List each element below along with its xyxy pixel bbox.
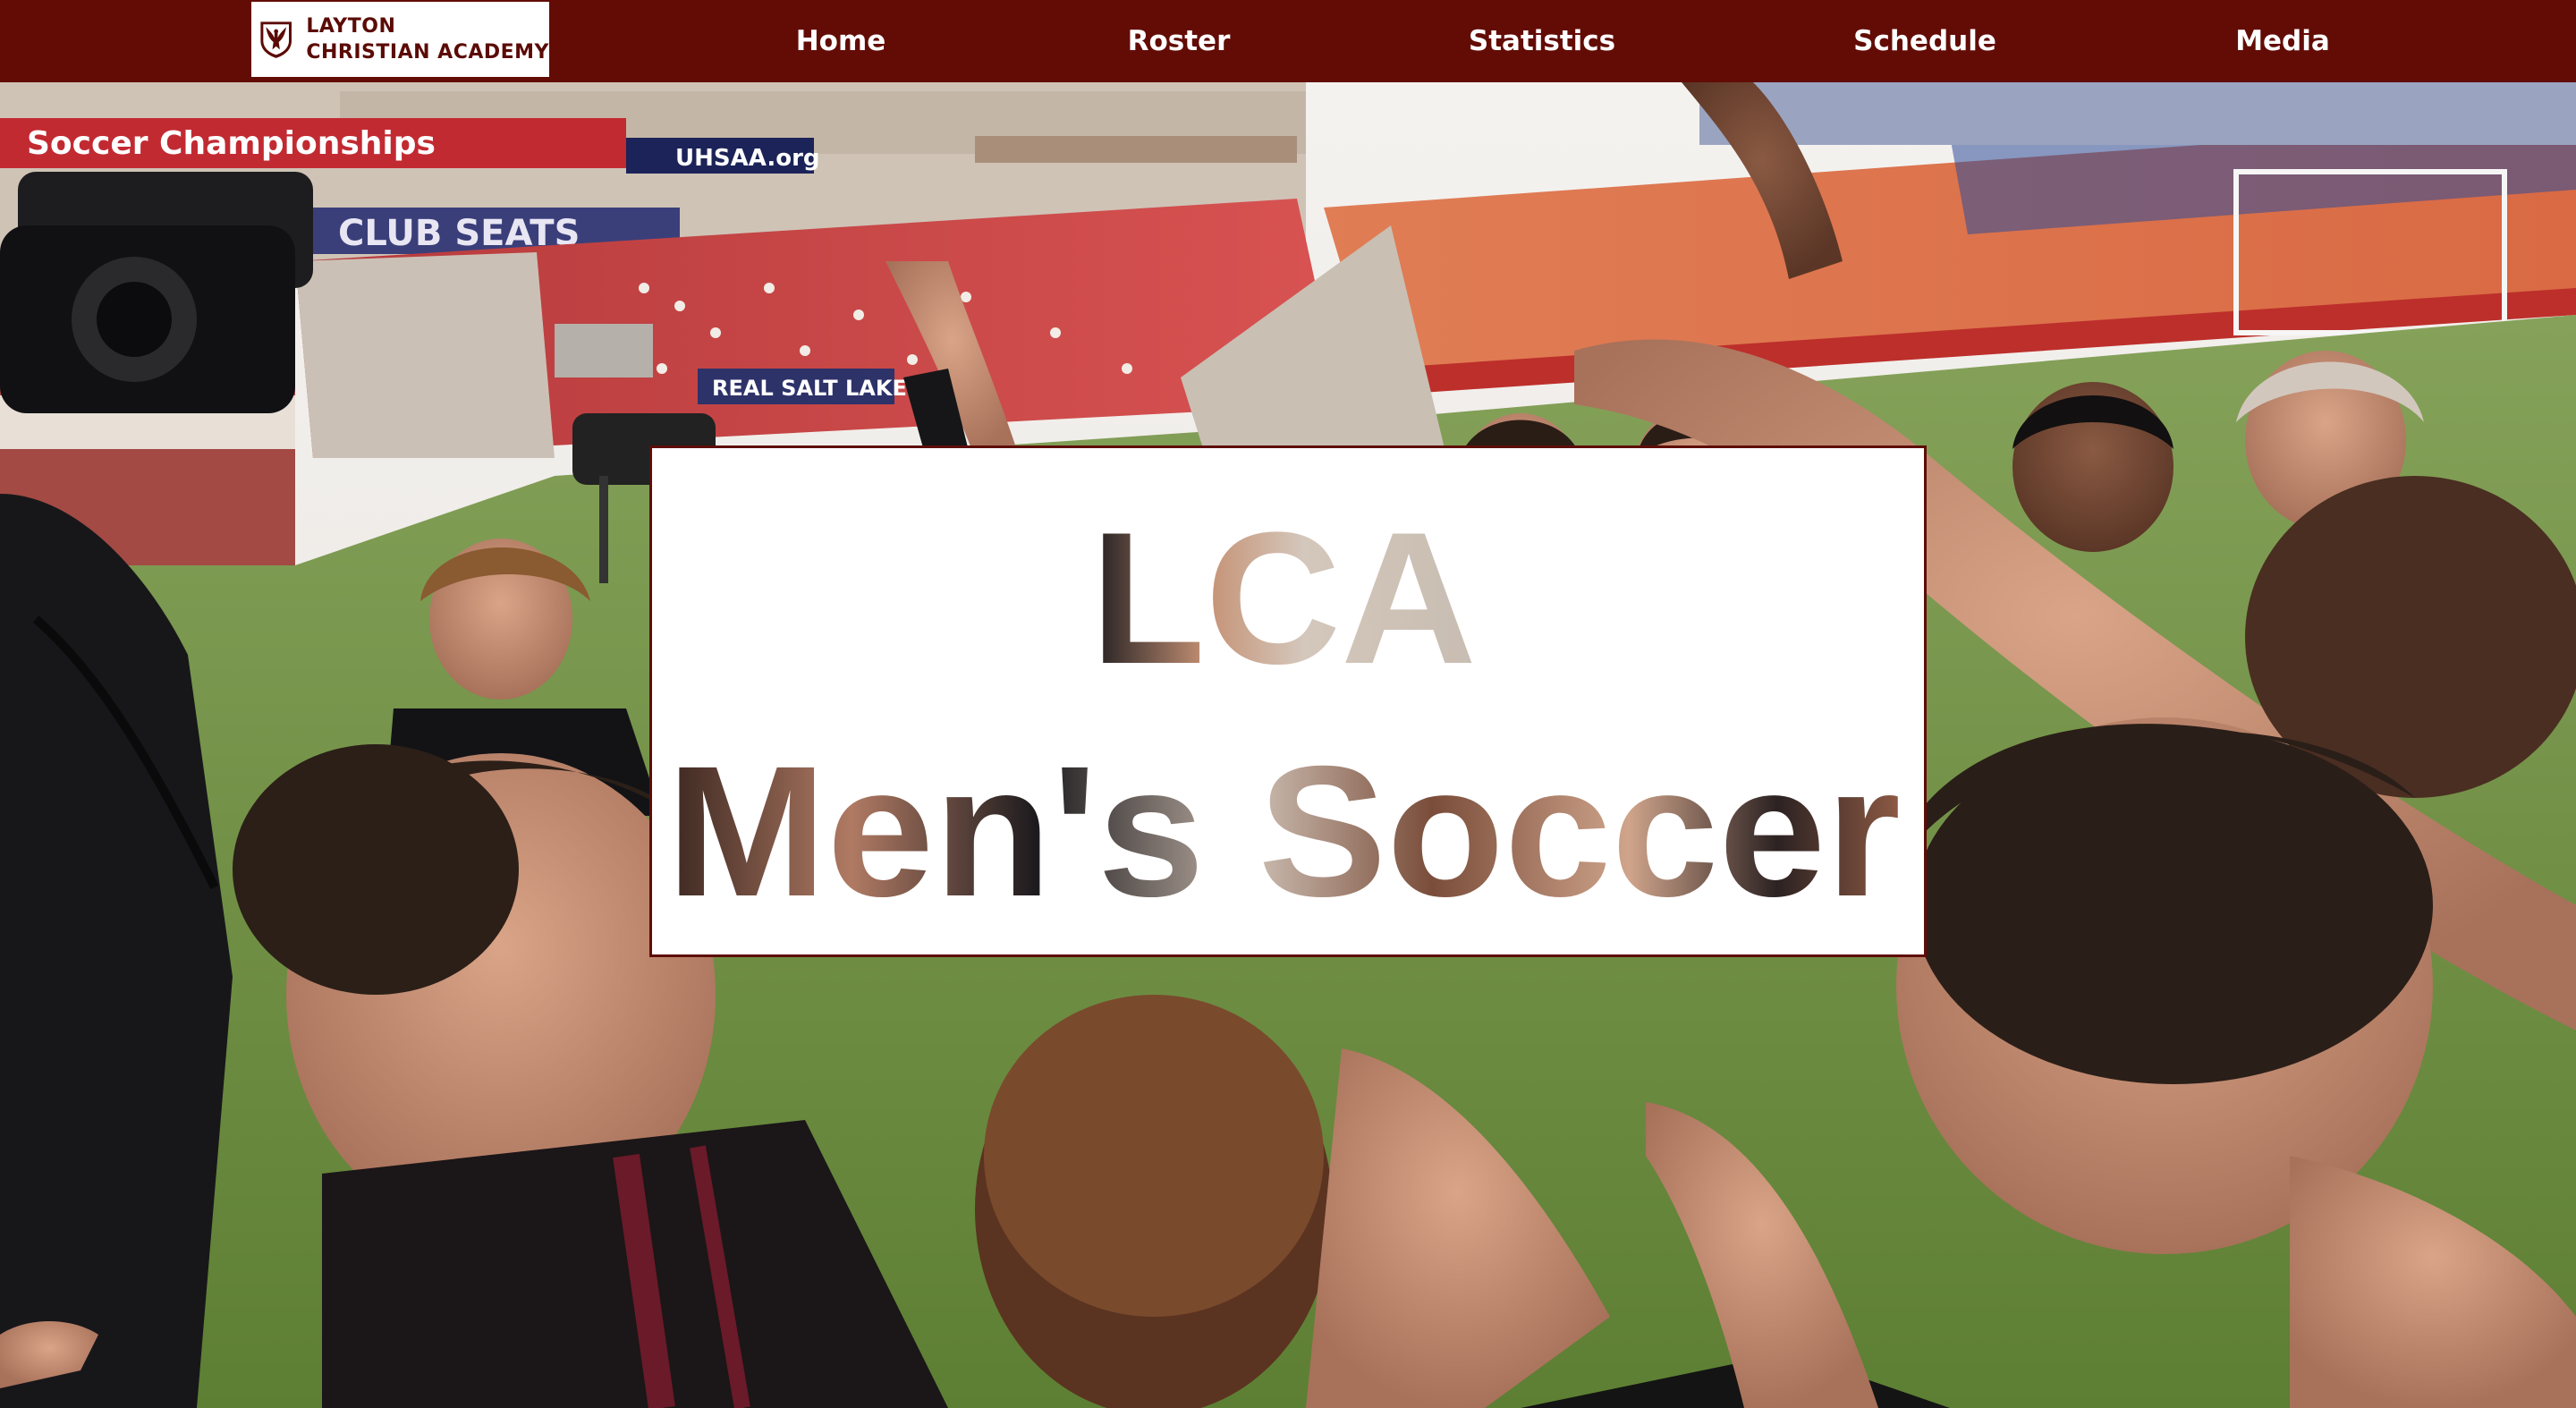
nav-roster-link[interactable]: Roster bbox=[1089, 0, 1268, 82]
stand-sign-text: REAL SALT LAKE bbox=[712, 376, 907, 401]
nav-schedule-link[interactable]: Schedule bbox=[1835, 0, 2014, 82]
hero-title-line-1: LCA bbox=[1090, 493, 1477, 703]
logo-line-2: CHRISTIAN ACADEMY bbox=[306, 41, 549, 64]
top-navigation-bar: LAYTON CHRISTIAN ACADEMY Home Roster Sta… bbox=[0, 0, 2576, 82]
tv-camera bbox=[0, 172, 313, 413]
nav-media-link[interactable]: Media bbox=[2193, 0, 2372, 82]
logo-line-1: LAYTON bbox=[306, 15, 396, 38]
school-logo[interactable]: LAYTON CHRISTIAN ACADEMY bbox=[251, 2, 549, 77]
eagle-crest-icon bbox=[260, 21, 292, 58]
nav-home-link[interactable]: Home bbox=[751, 0, 930, 82]
hero-title-line-2: Men's Soccer bbox=[666, 728, 1901, 936]
hero-title-card: LCA Men's Soccer bbox=[649, 445, 1927, 957]
nav-statistics-link[interactable]: Statistics bbox=[1453, 0, 1631, 82]
sponsor-sign-text: UHSAA.org bbox=[675, 145, 820, 172]
stadium-banner-text: Soccer Championships bbox=[27, 125, 436, 162]
